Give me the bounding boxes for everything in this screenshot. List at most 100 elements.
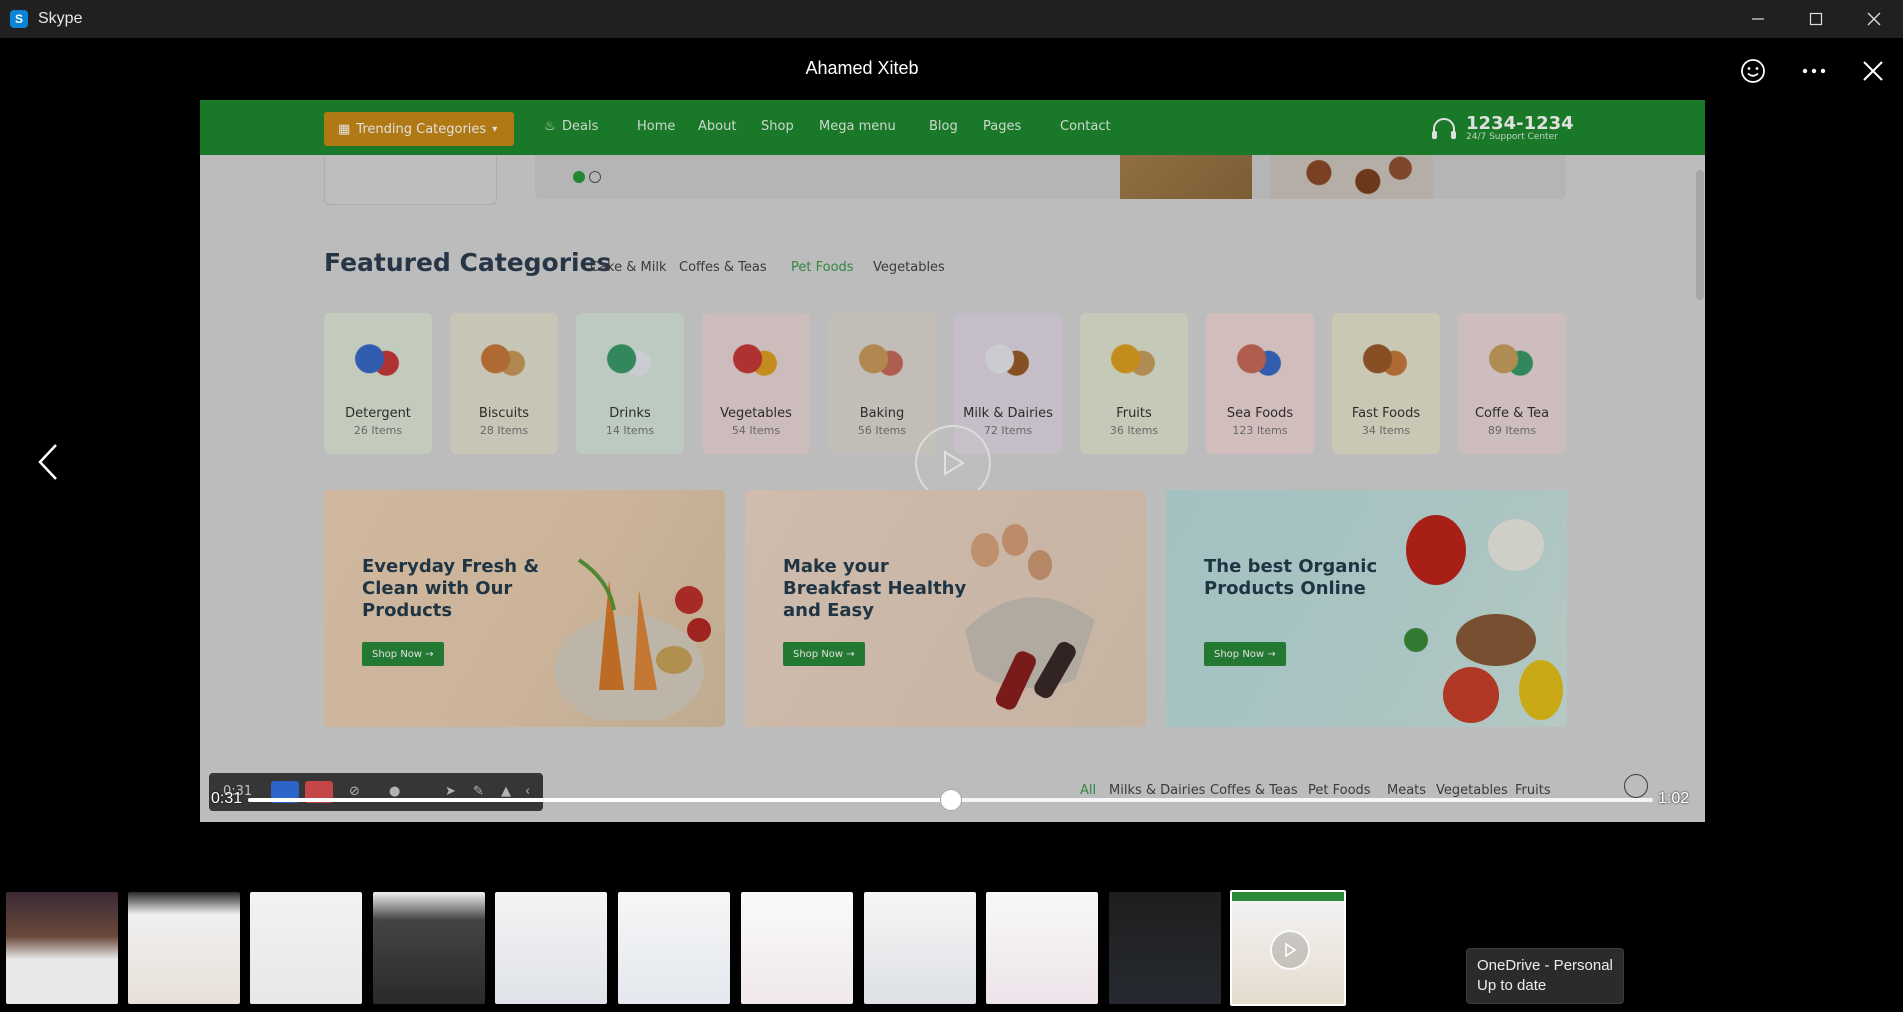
video-player[interactable]: ▦ Trending Categories ▾ ♨ Deals Home Abo… (200, 100, 1705, 822)
current-time: 0:31 (211, 790, 243, 807)
category-count: 28 Items (479, 424, 529, 437)
organic-vegetables-image (1404, 515, 1563, 723)
category-count: 36 Items (1109, 424, 1159, 437)
window-controls (1729, 0, 1903, 38)
trending-categories-button: ▦ Trending Categories ▾ (324, 112, 514, 146)
filmstrip-thumbnail[interactable] (986, 892, 1098, 1004)
more-icon (1802, 68, 1826, 74)
category-count: 26 Items (353, 424, 403, 437)
phone-subtitle: 24/7 Support Center (1466, 132, 1558, 142)
sender-name: Ahamed Xiteb (805, 58, 919, 78)
filmstrip-thumbnail[interactable] (1109, 892, 1221, 1004)
category-name: Baking (859, 406, 905, 421)
previous-media-button[interactable] (28, 440, 68, 484)
shop-now-button: Shop Now → (362, 642, 444, 666)
category-card: Coffe & Tea 89 Items (1458, 313, 1566, 454)
close-icon (1863, 61, 1883, 81)
category-image (602, 339, 658, 383)
filmstrip-thumbnail[interactable] (741, 892, 853, 1004)
category-image (1484, 339, 1540, 383)
product-tab-fruits: Fruits (1515, 783, 1551, 798)
category-name: Biscuits (478, 406, 530, 421)
banner-title: Everyday Fresh & Clean with Our Products (362, 556, 540, 621)
shop-now-button: Shop Now → (1204, 642, 1286, 666)
play-icon (944, 450, 965, 476)
nav-link-deals: Deals (562, 119, 599, 134)
phone-number: 1234-1234 (1466, 113, 1574, 134)
react-button[interactable] (1735, 53, 1771, 89)
close-window-button[interactable] (1845, 0, 1903, 38)
category-count: 89 Items (1487, 424, 1537, 437)
slider-dot (589, 171, 601, 183)
banner-breakfast: Make your Breakfast Healthy and Easy Sho… (745, 490, 1146, 727)
category-name: Drinks (609, 406, 651, 421)
category-image (1358, 339, 1414, 383)
category-name: Milk & Dairies (963, 406, 1053, 421)
filmstrip-thumbnail[interactable] (250, 892, 362, 1004)
filmstrip-thumbnail[interactable] (373, 892, 485, 1004)
product-tab-coffes-teas: Coffes & Teas (1210, 783, 1298, 798)
close-icon (1867, 12, 1881, 26)
maximize-icon (1809, 12, 1823, 26)
category-image (350, 339, 406, 383)
vegetables-bag-image (554, 558, 711, 720)
chevron-left-icon (38, 444, 57, 480)
banner-organic: The best Organic Products Online Shop No… (1166, 490, 1567, 727)
hero-image-almonds (1270, 155, 1433, 199)
hero-image-burlap (1120, 155, 1252, 199)
category-name: Coffe & Tea (1474, 406, 1550, 421)
category-count: 54 Items (731, 424, 781, 437)
filmstrip-thumbnail[interactable] (495, 892, 607, 1004)
category-count: 34 Items (1361, 424, 1411, 437)
minimize-button[interactable] (1729, 0, 1787, 38)
category-image (728, 339, 784, 383)
emoji-icon (1741, 59, 1765, 83)
category-count: 14 Items (605, 424, 655, 437)
tooltip-status: Up to date (1477, 977, 1547, 994)
featured-tab-cake-milk: Cake & Milk (590, 260, 667, 275)
featured-tab-vegetables: Vegetables (873, 260, 945, 275)
nav-link-contact: Contact (1060, 119, 1111, 134)
category-image (1232, 339, 1288, 383)
category-card: Detergent 26 Items (324, 313, 432, 454)
category-name: Vegetables (720, 406, 792, 421)
nav-link-about: About (698, 119, 737, 134)
banner-title: Make your Breakfast Healthy and Easy (783, 556, 967, 621)
play-icon (1270, 930, 1310, 970)
window-title-bar: S Skype (0, 0, 1903, 38)
nav-link-home: Home (637, 119, 676, 134)
more-options-button[interactable] (1796, 53, 1832, 89)
filmstrip-thumbnail[interactable] (128, 892, 240, 1004)
nav-link-mega-menu: Mega menu (819, 119, 896, 134)
filmstrip-thumbnail[interactable] (864, 892, 976, 1004)
category-card: Baking 56 Items (828, 313, 936, 454)
video-frame-website: ▦ Trending Categories ▾ ♨ Deals Home Abo… (200, 100, 1705, 822)
nav-link-pages: Pages (983, 119, 1022, 134)
screen-recorder-toolbar: 0:31 ⊘ ● ➤ ✎ ▲ ‹ (209, 773, 543, 811)
filmstrip-thumbnail-current[interactable] (1230, 890, 1346, 1006)
featured-tab-pet-foods: Pet Foods (791, 260, 854, 275)
featured-categories-title: Featured Categories (324, 248, 612, 277)
product-tab-pet-foods: Pet Foods (1308, 783, 1371, 798)
chevron-down-icon: ▾ (492, 123, 498, 135)
category-image (980, 339, 1036, 383)
filmstrip-thumbnail[interactable] (6, 892, 118, 1004)
tooltip-title: OneDrive - Personal (1477, 957, 1613, 974)
category-count: 56 Items (857, 424, 907, 437)
support-phone: 1234-1234 24/7 Support Center (1430, 113, 1574, 142)
seek-handle[interactable] (939, 789, 962, 811)
close-viewer-button[interactable] (1855, 53, 1891, 89)
hero-side-box (324, 155, 497, 205)
filmstrip-thumbnail[interactable] (618, 892, 730, 1004)
site-scrollbar (1696, 170, 1704, 300)
category-name: Sea Foods (1226, 406, 1294, 421)
category-image (476, 339, 532, 383)
banner-everyday-fresh: Everyday Fresh & Clean with Our Products… (324, 490, 725, 727)
nav-link-blog: Blog (929, 119, 958, 134)
seek-bar[interactable] (248, 789, 1653, 811)
slider-dot-active (573, 171, 585, 183)
app-title: Skype (38, 10, 83, 27)
category-card: Fast Foods 34 Items (1332, 313, 1440, 454)
maximize-button[interactable] (1787, 0, 1845, 38)
category-name: Detergent (345, 406, 411, 421)
